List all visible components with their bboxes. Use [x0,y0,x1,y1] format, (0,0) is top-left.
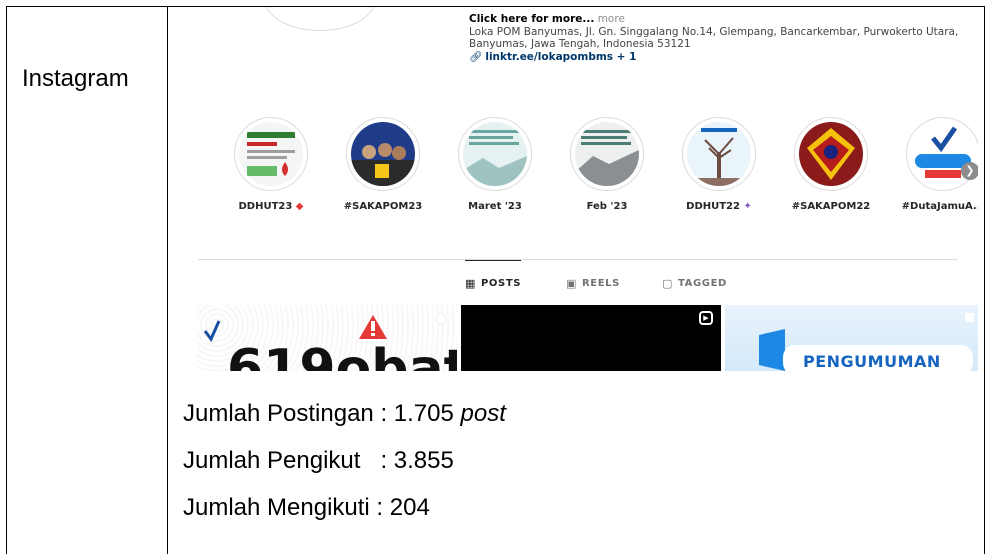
story-highlights: DDHUT23 ◆ #SAKAPOM23 Maret '23 Feb '23 D… [216,117,978,227]
emblem-icon [799,122,863,186]
bio-address: Loka POM Banyumas, Jl. Gn. Singgalang No… [469,25,959,51]
newsletter-icon [463,122,527,186]
newsletter-icon [575,122,639,186]
post-thumbnail[interactable]: PENGUMUMAN [725,305,978,371]
stat-posts: Jumlah Postingan : 1.705 post [183,395,506,442]
tagged-icon: ▢ [662,276,673,290]
grid-icon: ▦ [465,277,476,290]
highlight-caption: Maret '23 [468,201,522,212]
highlight-caption: #SAKAPOM23 [343,201,423,212]
instagram-screenshot: Click here for more... more Loka POM Ban… [178,7,978,371]
tree-icon [687,122,751,186]
highlight-item[interactable]: Maret '23 [440,117,550,212]
post-thumbnail-reel[interactable]: ▶ [461,305,721,371]
tab-posts[interactable]: ▦ POSTS [465,260,522,300]
profile-bio: Click here for more... more Loka POM Ban… [469,13,969,63]
reels-icon: ▣ [566,276,577,290]
blood-drop-icon [239,122,303,186]
bio-more-text: Click here for more... [469,13,595,25]
highlight-item[interactable]: DDHUT22 ✦ [664,117,774,212]
highlight-item[interactable]: #SAKAPOM22 [776,117,886,212]
highlight-caption: #SAKAPOM22 [791,201,871,212]
table-border-left [6,6,7,554]
bio-more-link[interactable]: more [598,13,625,25]
group-photo-icon [351,122,415,186]
bio-link-text[interactable]: linktr.ee/lokapombms + 1 [485,51,636,63]
stat-followers: Jumlah Pengikut : 3.855 [183,447,454,474]
reels-icon: ▶ [699,311,713,325]
highlight-item[interactable]: Feb '23 [552,117,662,212]
chevron-right-icon[interactable]: ❯ [961,162,978,180]
stat-posts-unit: post [460,400,506,427]
highlight-caption: Feb '23 [586,201,628,212]
bio-link[interactable]: 🔗︎ linktr.ee/lokapombms + 1 [469,51,969,64]
sparkle-icon: ✦ [743,201,752,212]
stat-following: Jumlah Mengikuti : 204 [183,494,430,521]
post-headline: PENGUMUMAN [803,352,941,371]
post-thumbnail[interactable]: 619obat [197,305,457,371]
tab-tagged-label: TAGGED [678,277,727,289]
stat-posts-label: Jumlah Postingan : 1.705 [183,400,461,427]
link-chain-icon: 🔗︎ [469,50,483,63]
highlight-caption: DDHUT22 [686,201,740,212]
tab-reels[interactable]: ▣ REELS [566,260,620,300]
post-headline: 619obat [227,339,457,371]
table-column-divider [167,6,168,554]
stats-block: Jumlah Postingan : 1.705 post Jumlah Pen… [183,395,506,536]
highlight-caption: DDHUT23 [238,201,293,212]
profile-avatar[interactable] [264,7,376,31]
tab-reels-label: REELS [582,277,620,289]
document-table: Instagram Click here for more... more Lo… [0,0,985,554]
blood-drop-glyph-icon: ◆ [295,201,304,212]
profile-tabs: ▦ POSTS ▣ REELS ▢ TAGGED [178,260,978,300]
tab-posts-label: POSTS [481,278,522,289]
tab-tagged[interactable]: ▢ TAGGED [662,260,727,300]
highlight-caption: #DutaJamuA... [901,201,978,212]
platform-label: Instagram [22,65,129,92]
highlight-item[interactable]: DDHUT23 ◆ [216,117,326,212]
highlight-item[interactable]: #SAKAPOM23 [328,117,438,212]
